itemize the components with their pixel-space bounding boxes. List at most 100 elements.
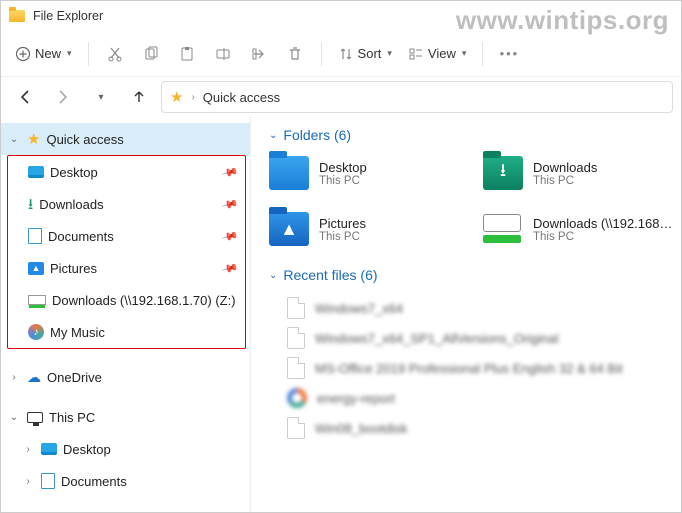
monitor-icon xyxy=(27,412,43,423)
recent-file-name: energy-report xyxy=(317,391,395,406)
arrow-up-icon xyxy=(131,89,147,105)
sidebar-quick-access[interactable]: ⌄ ★ Quick access xyxy=(1,123,250,155)
trash-icon xyxy=(287,46,303,62)
view-button[interactable]: View ▾ xyxy=(402,38,472,70)
sidebar-this-pc[interactable]: ⌄ This PC xyxy=(1,401,250,433)
folder-name: Downloads (\\192.168.1.70) (Z:) xyxy=(533,216,673,231)
sidebar-thispc-desktop[interactable]: › Desktop xyxy=(1,433,250,465)
sidebar-item-pictures[interactable]: ▲ Pictures 📌 xyxy=(8,252,245,284)
recent-file-name: Windows7_x64 xyxy=(315,301,403,316)
download-icon: ⭳ xyxy=(483,156,523,190)
sidebar-item-label: Downloads xyxy=(39,197,217,212)
sidebar-item-label: Pictures xyxy=(50,261,217,276)
recent-file-item[interactable]: MS-Office 2019 Professional Plus English… xyxy=(269,353,681,383)
cut-button[interactable] xyxy=(99,38,131,70)
folder-item-downloads[interactable]: ⭳ Downloads This PC xyxy=(483,153,673,193)
recent-file-item[interactable]: Windows7_x64_SP1_AllVersions_Original xyxy=(269,323,681,353)
back-button[interactable] xyxy=(9,81,41,113)
sidebar-item-label: Quick access xyxy=(46,132,242,147)
file-icon xyxy=(287,327,305,349)
desktop-icon xyxy=(41,443,57,455)
breadcrumb-current[interactable]: Quick access xyxy=(203,90,280,105)
expand-icon[interactable]: › xyxy=(21,476,35,487)
folder-item-network-downloads[interactable]: Downloads (\\192.168.1.70) (Z:) This PC xyxy=(483,209,673,249)
sidebar-item-label: Desktop xyxy=(50,165,217,180)
titlebar: File Explorer xyxy=(1,1,681,31)
more-button[interactable]: ••• xyxy=(493,38,525,70)
sidebar-item-label: Downloads (\\192.168.1.70) (Z:) xyxy=(52,293,237,308)
sidebar-item-label: Documents xyxy=(61,474,242,489)
collapse-icon[interactable]: ⌄ xyxy=(7,412,21,423)
folder-icon: ⭳ xyxy=(483,156,523,190)
delete-button[interactable] xyxy=(279,38,311,70)
sidebar-item-downloads[interactable]: ⭳ Downloads 📌 xyxy=(8,188,245,220)
paste-button[interactable] xyxy=(171,38,203,70)
chevron-down-icon: ⌄ xyxy=(269,270,277,281)
toolbar: New ▾ Sort ▾ View ▾ ••• xyxy=(1,31,681,77)
sidebar-item-network-downloads[interactable]: Downloads (\\192.168.1.70) (Z:) xyxy=(8,284,245,316)
highlight-box: Desktop 📌 ⭳ Downloads 📌 Documents 📌 ▲ Pi… xyxy=(7,155,246,349)
recent-file-item[interactable]: Windows7_x64 xyxy=(269,293,681,323)
sort-label: Sort xyxy=(358,46,382,61)
arrow-right-icon xyxy=(55,89,71,105)
sidebar-item-documents[interactable]: Documents 📌 xyxy=(8,220,245,252)
folders-grid: Desktop This PC ⭳ Downloads This PC ▲ Pi… xyxy=(269,153,681,249)
breadcrumb-separator-icon: › xyxy=(191,92,194,103)
sort-button[interactable]: Sort ▾ xyxy=(332,38,398,70)
folder-name: Desktop xyxy=(319,160,367,175)
folder-item-pictures[interactable]: ▲ Pictures This PC xyxy=(269,209,459,249)
view-label: View xyxy=(428,46,456,61)
sidebar-onedrive[interactable]: › ☁ OneDrive xyxy=(1,361,250,393)
folder-location: This PC xyxy=(533,175,597,187)
music-icon: ♪ xyxy=(28,324,44,340)
ellipsis-icon: ••• xyxy=(500,46,520,61)
new-button[interactable]: New ▾ xyxy=(9,38,78,70)
copy-button[interactable] xyxy=(135,38,167,70)
pictures-icon: ▲ xyxy=(269,212,309,246)
file-icon xyxy=(287,297,305,319)
recent-section-header[interactable]: ⌄ Recent files (6) xyxy=(269,267,681,283)
pin-icon: 📌 xyxy=(221,227,239,245)
chevron-down-icon: ▾ xyxy=(98,92,103,103)
copy-icon xyxy=(143,46,159,62)
expand-icon[interactable]: › xyxy=(21,444,35,455)
arrow-left-icon xyxy=(17,89,33,105)
sidebar-item-desktop[interactable]: Desktop 📌 xyxy=(8,156,245,188)
forward-button[interactable] xyxy=(47,81,79,113)
folder-location: This PC xyxy=(319,231,366,243)
main-content: ⌄ Folders (6) Desktop This PC ⭳ Download… xyxy=(251,117,681,512)
sidebar-thispc-documents[interactable]: › Documents xyxy=(1,465,250,497)
folder-item-desktop[interactable]: Desktop This PC xyxy=(269,153,459,193)
chevron-down-icon: ⌄ xyxy=(269,130,277,141)
sidebar-item-my-music[interactable]: ♪ My Music xyxy=(8,316,245,348)
folders-section-header[interactable]: ⌄ Folders (6) xyxy=(269,127,681,143)
recent-files-list: Windows7_x64 Windows7_x64_SP1_AllVersion… xyxy=(269,293,681,443)
nav-row: ▾ ★ › Quick access xyxy=(1,77,681,117)
pin-icon: 📌 xyxy=(221,163,239,181)
cut-icon xyxy=(107,46,123,62)
rename-button[interactable] xyxy=(207,38,239,70)
up-button[interactable] xyxy=(123,81,155,113)
folder-icon xyxy=(269,156,309,190)
sidebar-item-label: Documents xyxy=(48,229,217,244)
chevron-down-icon: ▾ xyxy=(462,48,467,59)
recent-file-item[interactable]: Win08_bootdisk xyxy=(269,413,681,443)
collapse-icon[interactable]: ⌄ xyxy=(7,134,21,145)
document-icon xyxy=(28,228,42,244)
file-icon xyxy=(287,357,305,379)
new-button-label: New xyxy=(35,46,61,61)
recent-locations-button[interactable]: ▾ xyxy=(85,81,117,113)
pin-icon: 📌 xyxy=(221,259,239,277)
pin-icon: 📌 xyxy=(221,195,239,213)
share-button[interactable] xyxy=(243,38,275,70)
view-icon xyxy=(408,46,424,62)
folder-name: Pictures xyxy=(319,216,366,231)
expand-icon[interactable]: › xyxy=(7,372,21,383)
recent-file-item[interactable]: energy-report xyxy=(269,383,681,413)
folder-name: Downloads xyxy=(533,160,597,175)
paste-icon xyxy=(179,46,195,62)
toolbar-separator xyxy=(482,42,483,66)
recent-file-name: MS-Office 2019 Professional Plus English… xyxy=(315,361,623,376)
address-bar[interactable]: ★ › Quick access xyxy=(161,81,673,113)
chevron-down-icon: ▾ xyxy=(387,48,392,59)
